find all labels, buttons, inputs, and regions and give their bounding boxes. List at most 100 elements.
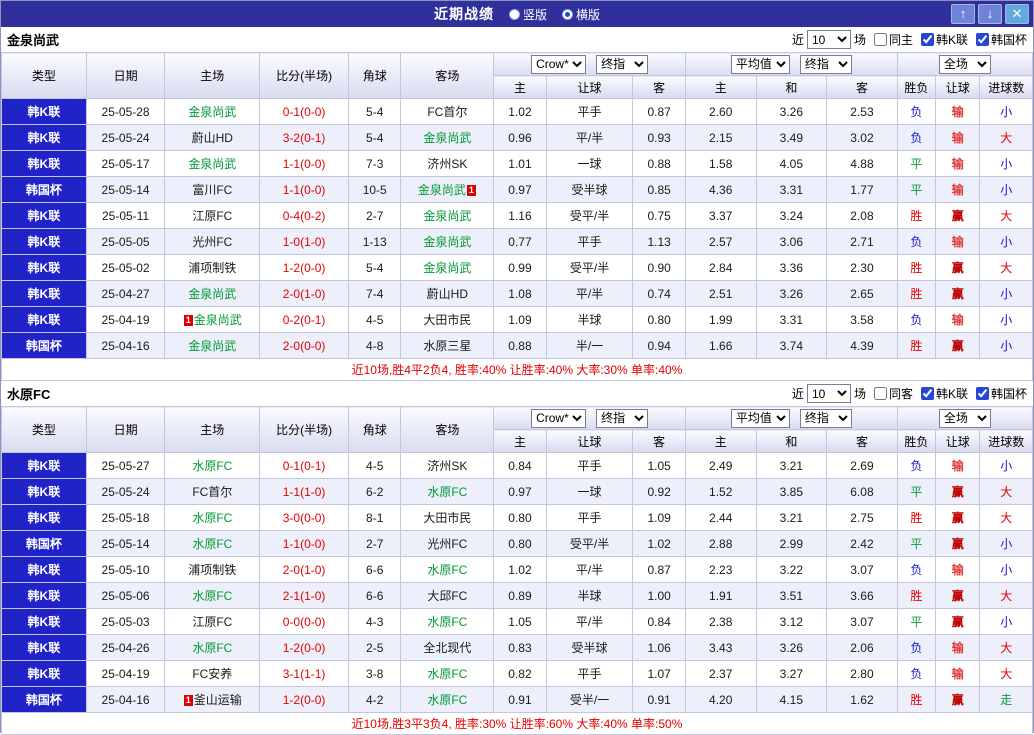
avg-draw-odds-cell: 3.85 bbox=[755, 478, 828, 505]
home-team-cell: 水原FC bbox=[164, 530, 261, 557]
match-result-cell: 平 bbox=[896, 478, 937, 505]
home-team-cell: 光州FC bbox=[164, 228, 261, 255]
league-cup-checkbox[interactable] bbox=[975, 33, 989, 46]
league-k-option[interactable]: 韩K联 bbox=[916, 31, 968, 48]
team-name-text: 水原FC bbox=[192, 511, 233, 525]
avg-draw-odds-cell: 3.21 bbox=[755, 452, 828, 479]
goals-result-cell: 小 bbox=[979, 228, 1033, 255]
odds-company-select[interactable]: Crow* bbox=[531, 408, 587, 428]
away-team-cell: 大邱FC bbox=[400, 582, 495, 609]
goals-result-cell: 小 bbox=[979, 150, 1033, 177]
match-result-cell: 胜 bbox=[896, 582, 937, 609]
handicap-away-odds-cell: 1.13 bbox=[632, 228, 686, 255]
euro-final-select[interactable]: 终指 bbox=[799, 408, 852, 428]
handicap-home-odds-cell: 0.83 bbox=[493, 634, 547, 661]
handicap-home-odds-cell: 0.97 bbox=[493, 176, 547, 203]
move-up-button[interactable]: ↑ bbox=[951, 4, 975, 24]
league-k-checkbox[interactable] bbox=[920, 387, 934, 400]
match-count-select[interactable]: 10 bbox=[806, 384, 851, 403]
same-venue-option[interactable]: 同主 bbox=[869, 31, 913, 48]
match-result-cell: 平 bbox=[896, 176, 937, 203]
col-handicap-result-header: 让球 bbox=[935, 429, 981, 453]
table-row: 韩K联 25-05-11 江原FC 0-4(0-2) 2-7 金泉尚武 1.16 受平/半 0.… bbox=[1, 202, 1033, 229]
match-date-cell: 25-04-19 bbox=[85, 306, 166, 333]
match-date-cell: 25-05-02 bbox=[85, 254, 166, 281]
fullmatch-select[interactable]: 全场 bbox=[938, 408, 991, 428]
home-team-cell: FC首尔 bbox=[164, 478, 261, 505]
same-venue-checkbox[interactable] bbox=[873, 387, 887, 400]
match-count-select[interactable]: 10 bbox=[806, 30, 851, 49]
avg-draw-odds-cell: 3.26 bbox=[755, 98, 828, 125]
handicap-away-odds-cell: 0.92 bbox=[632, 478, 686, 505]
team-name-text: 水原FC bbox=[427, 667, 468, 681]
score-cell: 3-0(0-0) bbox=[259, 504, 349, 531]
league-cup-option[interactable]: 韩国杯 bbox=[971, 385, 1027, 402]
move-down-button[interactable]: ↓ bbox=[978, 4, 1002, 24]
handicap-away-odds-cell: 0.75 bbox=[632, 202, 686, 229]
team-name-text: 蔚山HD bbox=[426, 287, 468, 301]
avg-draw-odds-cell: 3.12 bbox=[755, 608, 828, 635]
fullmatch-select[interactable]: 全场 bbox=[938, 54, 991, 74]
score-cell: 0-0(0-0) bbox=[259, 608, 349, 635]
col-score-header: 比分(半场) bbox=[259, 406, 349, 453]
close-button[interactable]: ✕ bbox=[1005, 4, 1029, 24]
league-cup-label: 韩国杯 bbox=[990, 33, 1027, 47]
table-row: 韩国杯 25-04-16 1 釜山运输 1-2(0-0) 4-2 水原FC 0.91 受半/一 0… bbox=[1, 686, 1033, 713]
handicap-final-select[interactable]: 终指 bbox=[596, 54, 649, 74]
home-team-cell: 水原FC bbox=[164, 504, 261, 531]
avg-home-odds-cell: 2.51 bbox=[684, 280, 757, 307]
match-result-cell: 胜 bbox=[896, 504, 937, 531]
handicap-result-cell: 输 bbox=[935, 124, 981, 151]
handicap-away-odds-cell: 0.94 bbox=[632, 332, 686, 359]
match-date-cell: 25-05-24 bbox=[85, 124, 166, 151]
table-row: 韩K联 25-05-27 水原FC 0-1(0-1) 4-5 济州SK 0.84 平手 1.05… bbox=[1, 452, 1033, 479]
same-venue-label: 同客 bbox=[888, 387, 913, 401]
league-type-cell: 韩K联 bbox=[1, 306, 87, 333]
team-name-text: 大邱FC bbox=[427, 589, 468, 603]
league-k-option[interactable]: 韩K联 bbox=[916, 385, 968, 402]
league-type-cell: 韩K联 bbox=[1, 254, 87, 281]
team-name-text: 水原FC bbox=[192, 537, 233, 551]
league-cup-option[interactable]: 韩国杯 bbox=[971, 31, 1027, 48]
league-cup-label: 韩国杯 bbox=[990, 387, 1027, 401]
handicap-home-odds-cell: 1.08 bbox=[493, 280, 547, 307]
odds-company-select[interactable]: Crow* bbox=[531, 54, 587, 74]
handicap-result-cell: 赢 bbox=[935, 504, 981, 531]
corner-score-cell: 5-4 bbox=[347, 124, 402, 151]
avg-away-odds-cell: 3.07 bbox=[826, 608, 898, 635]
table-row: 韩国杯 25-05-14 富川FC 1-1(0-0) 10-5 金泉尚武 1 0.97 受半球 0… bbox=[1, 176, 1033, 203]
match-result-cell: 负 bbox=[896, 634, 937, 661]
avg-home-odds-cell: 2.44 bbox=[684, 504, 757, 531]
league-type-cell: 韩K联 bbox=[1, 124, 87, 151]
col-avg-draw-header: 和 bbox=[755, 429, 828, 453]
average-select[interactable]: 平均值 bbox=[730, 54, 790, 74]
handicap-away-odds-cell: 1.02 bbox=[632, 530, 686, 557]
result-scope-header: 全场 bbox=[896, 52, 1034, 76]
euro-final-select[interactable]: 终指 bbox=[799, 54, 852, 74]
league-k-checkbox[interactable] bbox=[920, 33, 934, 46]
match-result-cell: 胜 bbox=[896, 332, 937, 359]
handicap-final-select[interactable]: 终指 bbox=[596, 408, 649, 428]
handicap-result-cell: 输 bbox=[935, 556, 981, 583]
same-venue-option[interactable]: 同客 bbox=[869, 385, 913, 402]
table-row: 韩K联 25-05-03 江原FC 0-0(0-0) 4-3 水原FC 1.05 平/半 0.8… bbox=[1, 608, 1033, 635]
avg-away-odds-cell: 2.53 bbox=[826, 98, 898, 125]
avg-home-odds-cell: 3.37 bbox=[684, 202, 757, 229]
avg-draw-odds-cell: 3.51 bbox=[755, 582, 828, 609]
average-select[interactable]: 平均值 bbox=[730, 408, 790, 428]
away-team-cell: 济州SK bbox=[400, 150, 495, 177]
team-name-text: 全北现代 bbox=[423, 641, 472, 655]
vertical-layout-radio[interactable]: 竖版 bbox=[509, 6, 547, 23]
avg-draw-odds-cell: 3.21 bbox=[755, 504, 828, 531]
match-date-cell: 25-04-27 bbox=[85, 280, 166, 307]
handicap-line-cell: 平手 bbox=[545, 228, 634, 255]
col-goals-header: 进球数 bbox=[979, 75, 1033, 99]
average-odds-header: 平均值 终指 bbox=[684, 52, 898, 76]
match-date-cell: 25-05-24 bbox=[85, 478, 166, 505]
league-type-cell: 韩K联 bbox=[1, 150, 87, 177]
red-card-badge: 1 bbox=[466, 185, 476, 196]
horizontal-layout-radio[interactable]: 横版 bbox=[563, 6, 600, 23]
handicap-result-cell: 赢 bbox=[935, 280, 981, 307]
league-cup-checkbox[interactable] bbox=[975, 387, 989, 400]
same-venue-checkbox[interactable] bbox=[873, 33, 887, 46]
